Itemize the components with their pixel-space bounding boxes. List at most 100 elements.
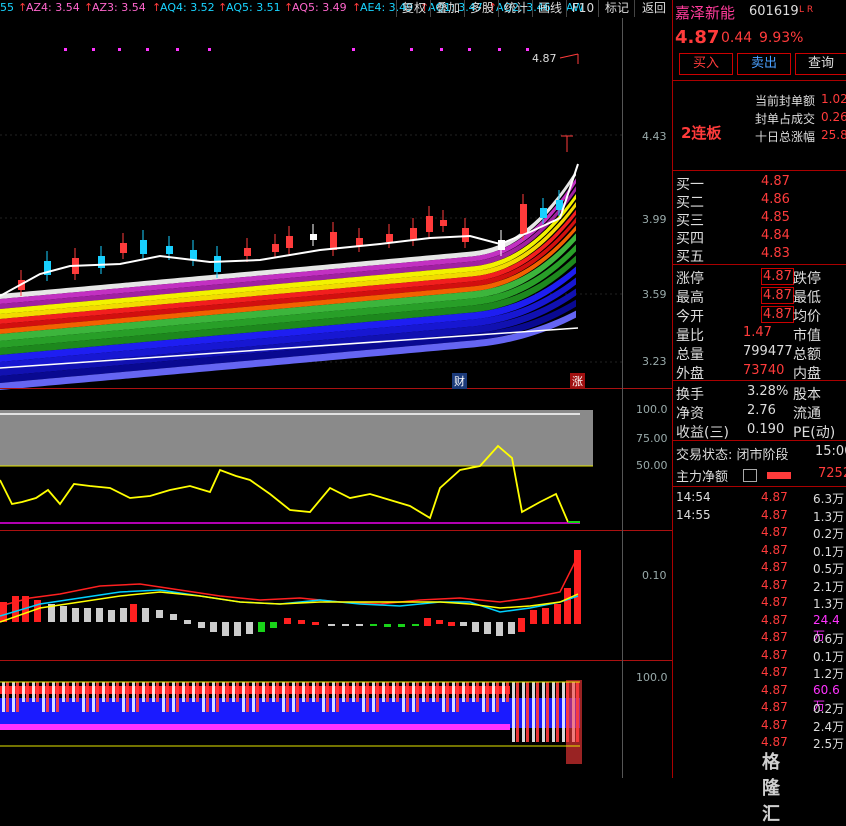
osc2-bar [564,588,571,624]
osc3-bar [242,682,245,712]
osc3-bar [42,682,45,712]
osc2-bar [370,624,377,626]
tick-price: 4.87 [761,735,788,749]
buy-button[interactable]: 买入 [679,53,733,75]
osc3-bar [172,682,175,712]
osc3-bar [232,682,235,702]
candle [426,206,433,238]
divider [673,486,846,487]
osc2-bar [460,622,467,626]
chart-svg[interactable] [0,18,672,778]
osc3-bar [536,682,539,742]
candle [386,224,393,248]
osc3-bar [516,682,519,742]
limit-info-label: 十日总涨幅 [755,130,816,144]
osc3-bar [62,682,65,702]
osc3-bar [442,682,445,712]
osc3-bar [6,682,9,712]
toolbar-button[interactable]: 叠加 [430,0,465,17]
candle [120,233,127,259]
bid-price: 4.87 [761,174,790,189]
streak-badge: 2连板 [681,124,722,142]
divider [673,170,846,171]
watermark-logo: 格隆汇 [762,752,780,825]
osc2-bar [542,608,549,624]
tick-volume: 0.5万 [813,562,845,576]
osc2-bar [198,622,205,628]
osc3-bar [82,682,85,712]
osc2-bar [312,622,319,625]
osc3-bar [212,682,215,712]
osc3-bar [296,682,299,712]
panel-divider [0,530,672,531]
tick-volume: 2.4万 [813,719,845,734]
osc3-bar [186,682,189,702]
bid-price: 4.86 [761,192,790,207]
osc3-bar [322,682,325,712]
query-button[interactable]: 查询 [795,53,846,75]
osc3-bar [136,682,139,712]
toolbar-button[interactable]: 画线 [532,0,567,17]
stat-value: 1.47 [743,325,772,340]
indicator-value: AZ4: 3.54 [26,1,80,14]
y-tick: 100.0 [636,671,668,684]
tick-volume: 1.3万 [813,597,845,611]
osc3-bars [0,680,582,764]
osc3-bar [46,682,49,712]
osc3-bar [446,682,449,712]
osc3-bar [106,682,109,702]
bid-level-label: 买四 [676,231,704,247]
candle [140,230,147,260]
osc2-bar [448,622,455,626]
sell-button[interactable]: 卖出 [737,53,791,75]
tick-price: 4.87 [761,612,788,627]
limit-info-value: 0.26 [821,110,846,124]
osc2-bar [398,624,405,627]
y-tick: 100.0 [636,403,668,416]
bid-level-label: 买一 [676,177,704,193]
stat-value: 4.87 [761,268,794,285]
marker-dot [64,48,67,51]
tick-price: 4.87 [761,595,788,609]
osc3-bar [436,682,439,702]
trade-time: 15:00 [815,444,846,459]
finance-marker[interactable]: 财 [452,373,467,389]
osc3-bar [202,682,205,712]
osc3-bar [506,682,509,702]
osc3-bar [522,682,525,742]
chart-area[interactable]: 55 AZ4: 3.54 ↑ AZ3: 3.54 ↑ AQ4: 3.52 ↑ AQ5: 3.5… [0,0,780,825]
tick-price: 4.87 [761,630,788,644]
stat-label: 总量 [676,347,704,363]
list-icon[interactable] [743,469,757,482]
osc2-bar [484,622,491,634]
osc3-bar [162,682,165,712]
marker-dot [176,48,179,51]
osc3-bar [362,682,365,712]
tick-time: 14:54 [676,490,711,504]
osc3-bar [166,682,169,712]
osc3-bar [332,682,335,712]
osc2-bar [60,606,67,622]
tick-price: 4.87 [761,647,788,662]
limit-up-marker[interactable]: 涨 [570,373,585,389]
osc2-bar [108,610,115,622]
bid-level-label: 买三 [676,213,704,229]
stat-label: 外盘 [676,366,704,382]
stat-label: 股本 [793,387,821,403]
toolbar-button[interactable]: 多股 [464,0,499,17]
toolbar-button[interactable]: 统计 [498,0,533,17]
stat-value: 4.87 [761,287,794,304]
toolbar-button[interactable]: 复权 [396,0,431,17]
toolbar-button[interactable]: 返回 [634,0,673,17]
osc3-bar [12,682,15,712]
candle [462,218,469,248]
osc3-bar [302,682,305,702]
osc2-bar [508,622,515,634]
toolbar-button[interactable]: F10 [566,0,599,17]
y-tick: 3.23 [642,355,667,368]
osc3-bar [152,682,155,702]
osc2-bars [0,550,581,636]
toolbar-button[interactable]: 标记 [598,0,635,17]
bid-level-label: 买二 [676,195,704,211]
tick-volume: 0.2万 [813,702,845,716]
